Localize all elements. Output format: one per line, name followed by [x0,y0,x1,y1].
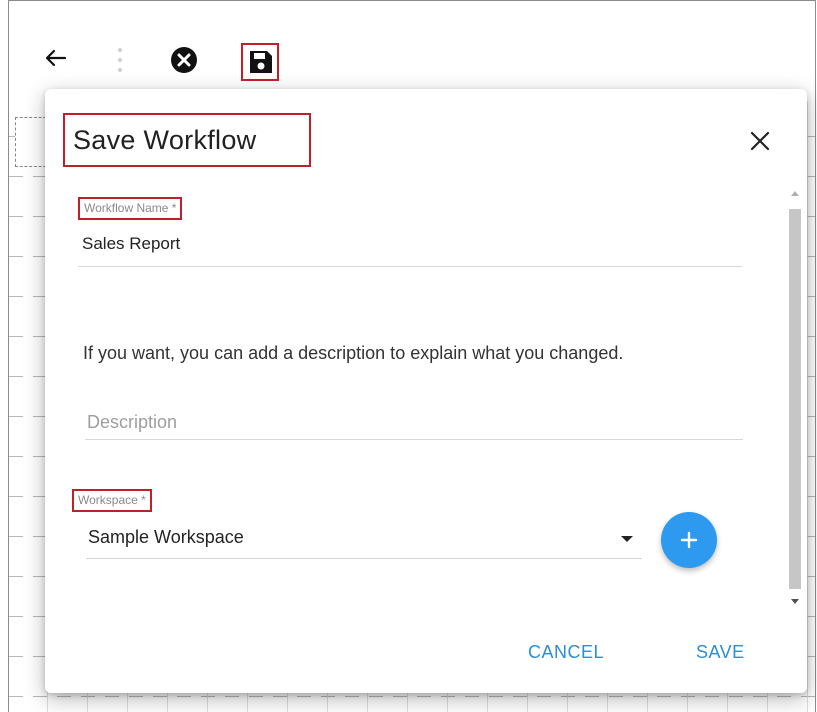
close-icon[interactable] [748,129,772,153]
add-workspace-button[interactable] [661,512,717,568]
cancel-button[interactable]: CANCEL [528,642,604,663]
save-workflow-dialog: Save Workflow Workflow Name * Sales Repo… [45,89,807,693]
workspace-underline [86,558,642,559]
dialog-title: Save Workflow [73,125,257,155]
save-floppy-icon[interactable] [241,43,279,81]
save-button[interactable]: SAVE [696,642,745,663]
back-arrow-icon[interactable] [43,45,69,71]
workflow-name-label: Workflow Name * [78,197,183,220]
description-help-text: If you want, you can add a description t… [83,343,624,363]
plus-icon [677,528,701,552]
scroll-down-icon[interactable] [791,599,799,604]
scroll-up-icon[interactable] [791,191,799,196]
description-input[interactable] [85,407,747,437]
more-vertical-icon [115,45,125,75]
workspace-label: Workspace * [72,489,152,512]
dialog-title-highlight: Save Workflow [63,113,311,167]
scrollbar-thumb[interactable] [789,209,801,589]
workspace-selected-value: Sample Workspace [88,527,244,547]
toolbar [9,1,815,101]
close-circle-icon[interactable] [169,45,199,75]
description-underline [85,439,743,440]
dropdown-arrow-icon [621,536,633,542]
workspace-select[interactable]: Sample Workspace [86,525,642,555]
dialog-scrollbar[interactable] [788,189,802,619]
workflow-name-field[interactable]: Sales Report [82,234,180,254]
workflow-name-underline [78,266,742,267]
